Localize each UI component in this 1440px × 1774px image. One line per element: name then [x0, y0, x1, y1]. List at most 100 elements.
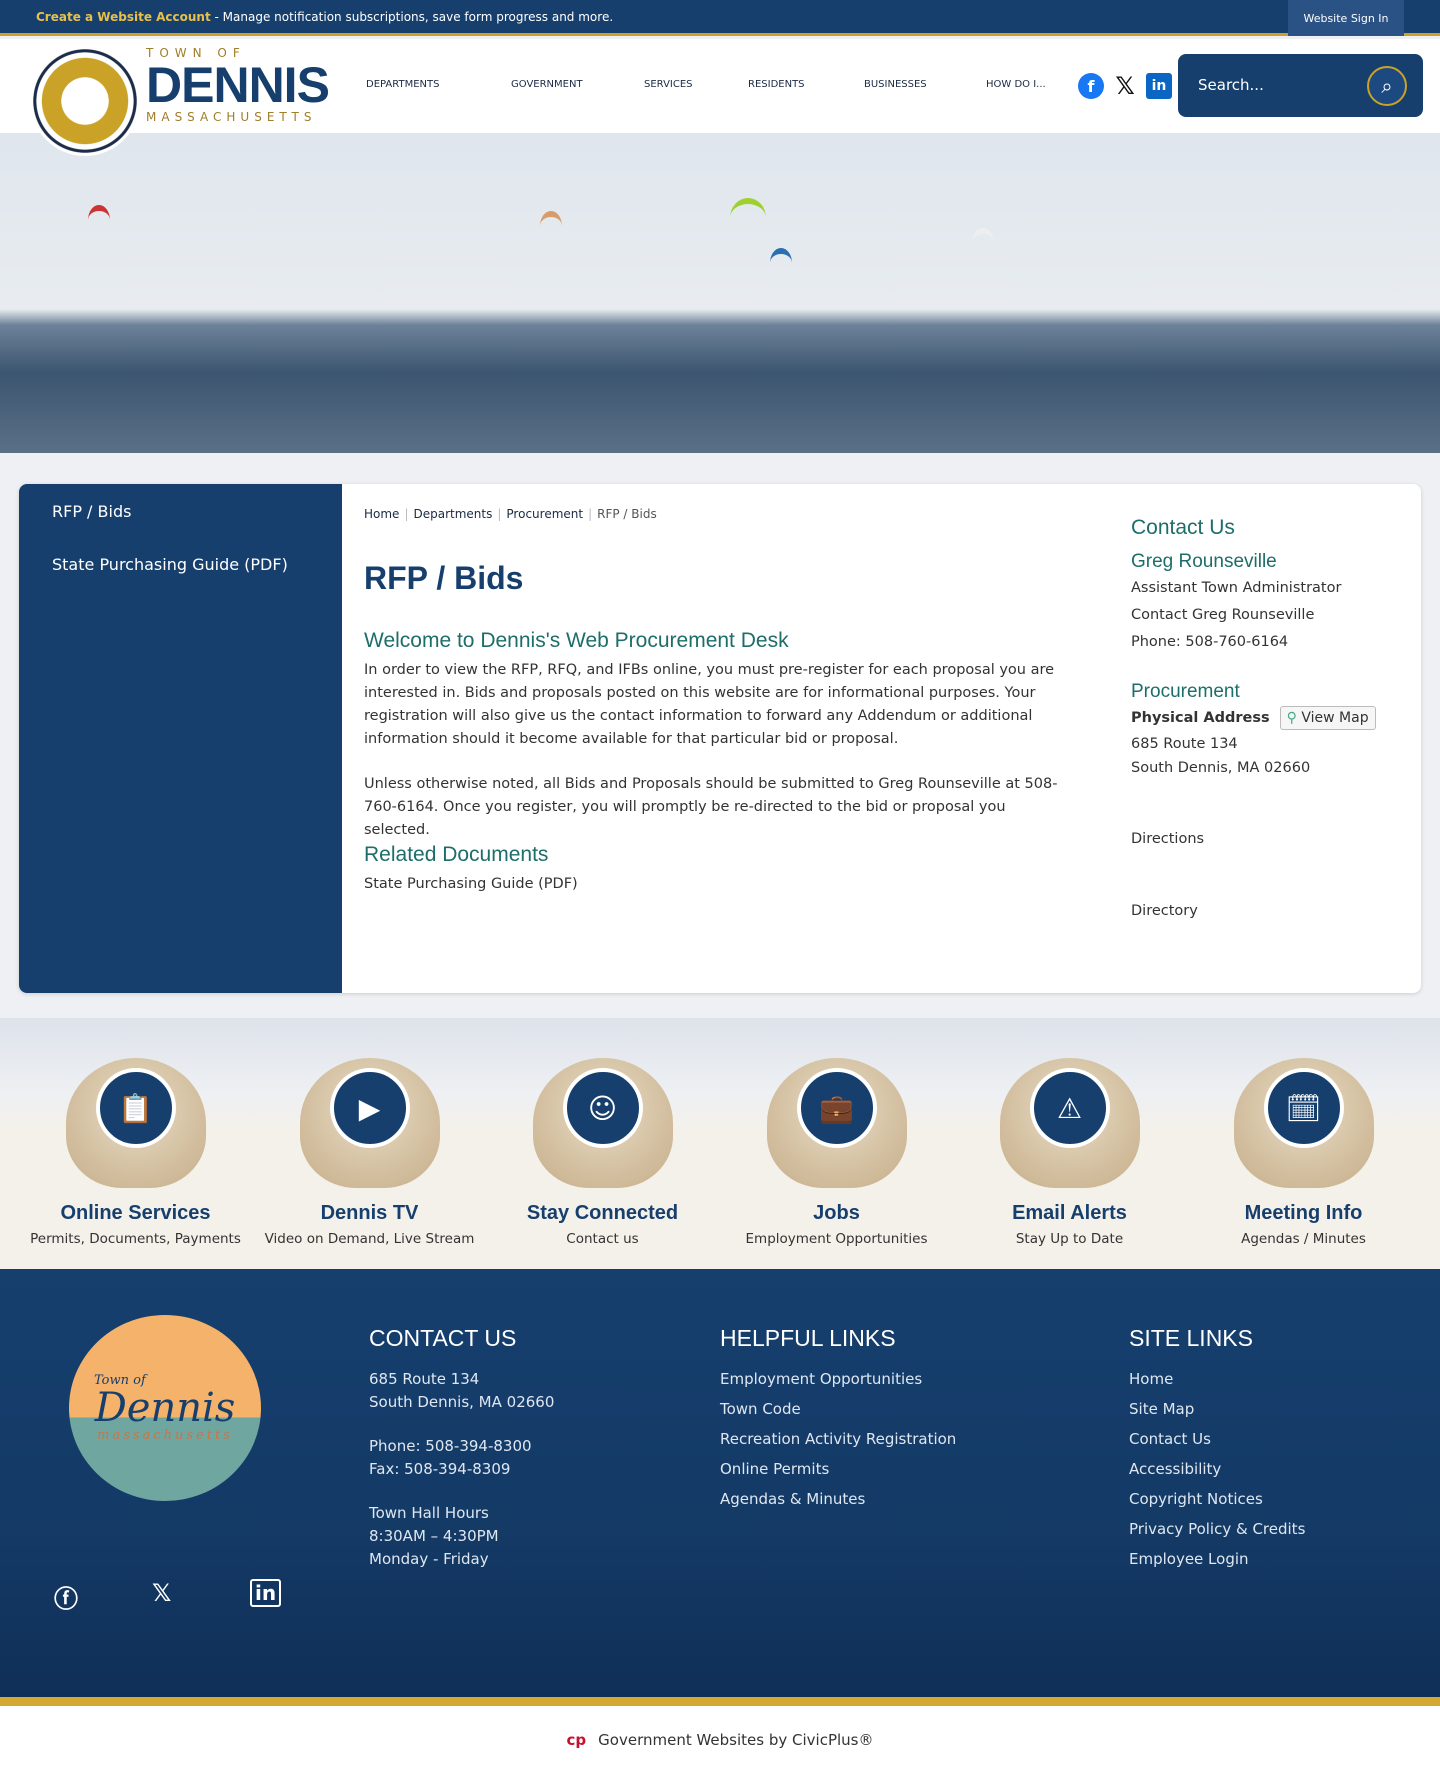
- nav-businesses[interactable]: BUSINESSES: [864, 79, 927, 90]
- nav-residents[interactable]: RESIDENTS: [748, 79, 805, 90]
- nav-services[interactable]: SERVICES: [644, 79, 693, 90]
- quick-link-title: Email Alerts: [1012, 1202, 1127, 1224]
- footer-days: Monday - Friday: [369, 1550, 489, 1568]
- quick-link-subtitle: Video on Demand, Live Stream: [264, 1231, 475, 1247]
- search-input[interactable]: Search...: [1198, 76, 1264, 94]
- phone-chat-icon: ☺: [562, 1068, 643, 1148]
- contact-name: Greg Rounseville: [1131, 551, 1277, 572]
- contact-heading: Contact Us: [1131, 516, 1235, 539]
- view-map-button[interactable]: ⚲ View Map: [1279, 706, 1376, 730]
- footer-hours: 8:30AM – 4:30PM: [369, 1527, 499, 1545]
- contact-role: Assistant Town Administrator: [1131, 580, 1342, 596]
- footer-logo[interactable]: Town of Dennis massachusetts: [69, 1315, 261, 1501]
- search-icon[interactable]: ⌕: [1367, 66, 1407, 106]
- civicplus-credit[interactable]: cp Government Websites by CivicPlus®: [0, 1706, 1440, 1774]
- account-message: Create a Website Account - Manage notifi…: [36, 10, 613, 24]
- kite-image: [770, 248, 792, 278]
- footer-link-town-code[interactable]: Town Code: [720, 1398, 956, 1421]
- civicplus-text: Government Websites by CivicPlus®: [598, 1731, 874, 1749]
- quick-link-stay-connected[interactable]: ☺ Stay Connected Contact us: [486, 1058, 719, 1247]
- site-logo[interactable]: TOWN OF DENNIS MASSACHUSETTS: [146, 46, 330, 124]
- department-heading: Procurement: [1131, 681, 1240, 702]
- header: TOWN OF DENNIS MASSACHUSETTS DEPARTMENTS…: [0, 39, 1440, 156]
- x-twitter-icon[interactable]: 𝕏: [1112, 72, 1138, 100]
- footer-x-twitter-icon[interactable]: 𝕏: [152, 1579, 171, 1607]
- quick-link-subtitle: Employment Opportunities: [745, 1231, 928, 1247]
- quick-link-meeting-info[interactable]: 🗓 Meeting Info Agendas / Minutes: [1187, 1058, 1420, 1247]
- kite-image: [540, 211, 562, 241]
- linkedin-icon[interactable]: in: [1146, 73, 1172, 99]
- footer-logo-name: Dennis: [94, 1385, 236, 1431]
- contact-panel: Contact Us Greg Rounseville Assistant To…: [1131, 514, 1401, 925]
- footer-divider: [0, 1697, 1440, 1706]
- footer-link-privacy[interactable]: Privacy Policy & Credits: [1129, 1518, 1305, 1541]
- footer-link-contact-us[interactable]: Contact Us: [1129, 1428, 1305, 1451]
- kite-image: [730, 198, 766, 238]
- footer-facebook-icon[interactable]: ⓕ: [54, 1579, 78, 1614]
- quick-link-jobs[interactable]: 💼 Jobs Employment Opportunities: [720, 1058, 953, 1247]
- intro-paragraph: In order to view the RFP, RFQ, and IFBs …: [364, 662, 1055, 747]
- briefcase-search-icon: 💼: [796, 1068, 877, 1148]
- map-pin-icon: ⚲: [1286, 710, 1297, 726]
- quick-link-subtitle: Agendas / Minutes: [1241, 1231, 1366, 1247]
- quick-link-dennis-tv[interactable]: ▶ Dennis TV Video on Demand, Live Stream: [253, 1058, 486, 1247]
- footer-link-copyright[interactable]: Copyright Notices: [1129, 1488, 1305, 1511]
- footer-site-links: SITE LINKS Home Site Map Contact Us Acce…: [1129, 1327, 1305, 1578]
- footer: Town of Dennis massachusetts ⓕ 𝕏 in CONT…: [0, 1269, 1440, 1697]
- site-links-heading: SITE LINKS: [1129, 1325, 1253, 1351]
- website-sign-in-button[interactable]: Website Sign In: [1288, 0, 1404, 36]
- sidebar-nav: RFP / Bids State Purchasing Guide (PDF): [19, 484, 342, 993]
- page-title: RFP / Bids: [364, 560, 524, 596]
- sidebar-item-rfp-bids[interactable]: RFP / Bids: [52, 502, 131, 521]
- footer-phone: Phone: 508-394-8300: [369, 1437, 532, 1455]
- kite-image: [88, 205, 110, 235]
- footer-link-site-map[interactable]: Site Map: [1129, 1398, 1305, 1421]
- related-documents-heading: Related Documents: [364, 843, 549, 866]
- footer-hours-label: Town Hall Hours: [369, 1504, 489, 1522]
- nav-government[interactable]: GOVERNMENT: [511, 79, 583, 90]
- footer-link-agendas[interactable]: Agendas & Minutes: [720, 1488, 956, 1511]
- contact-link[interactable]: Contact Greg Rounseville: [1131, 607, 1314, 623]
- footer-link-employee-login[interactable]: Employee Login: [1129, 1548, 1305, 1571]
- search-box[interactable]: Search... ⌕: [1178, 54, 1423, 117]
- quick-link-online-services[interactable]: 📋 Online Services Permits, Documents, Paym…: [19, 1058, 252, 1247]
- state-purchasing-guide-link[interactable]: State Purchasing Guide (PDF): [364, 873, 578, 896]
- quick-link-subtitle: Contact us: [566, 1231, 639, 1247]
- calendar-clock-icon: 🗓: [1263, 1068, 1344, 1148]
- footer-linkedin-icon[interactable]: in: [250, 1579, 282, 1607]
- helpful-links-heading: HELPFUL LINKS: [720, 1325, 896, 1351]
- sidebar-item-state-purchasing-guide[interactable]: State Purchasing Guide (PDF): [52, 555, 288, 574]
- social-links: f 𝕏 in: [1078, 72, 1172, 100]
- footer-link-online-permits[interactable]: Online Permits: [720, 1458, 956, 1481]
- quick-links-section: 📋 Online Services Permits, Documents, Paym…: [0, 1018, 1440, 1269]
- breadcrumb: Home | Departments | Procurement | RFP / Bids: [364, 507, 657, 521]
- breadcrumb-procurement[interactable]: Procurement: [506, 507, 583, 521]
- breadcrumb-current: RFP / Bids: [597, 507, 657, 521]
- breadcrumb-departments[interactable]: Departments: [413, 507, 492, 521]
- directions-link[interactable]: Directions: [1131, 831, 1204, 847]
- footer-link-recreation[interactable]: Recreation Activity Registration: [720, 1428, 956, 1451]
- create-account-link[interactable]: Create a Website Account: [36, 10, 211, 24]
- phone-label: Phone:: [1131, 634, 1186, 650]
- shell-graphic: ⚠: [999, 1058, 1140, 1188]
- logo-name: DENNIS: [146, 57, 330, 113]
- footer-link-home[interactable]: Home: [1129, 1368, 1305, 1391]
- breadcrumb-home[interactable]: Home: [364, 507, 399, 521]
- shell-graphic: 💼: [766, 1058, 907, 1188]
- directory-link[interactable]: Directory: [1131, 903, 1198, 919]
- quick-link-email-alerts[interactable]: ⚠ Email Alerts Stay Up to Date: [953, 1058, 1186, 1247]
- quick-link-subtitle: Stay Up to Date: [1015, 1231, 1124, 1247]
- facebook-icon[interactable]: f: [1078, 73, 1104, 99]
- nav-how-do-i[interactable]: HOW DO I...: [986, 79, 1046, 90]
- footer-link-employment[interactable]: Employment Opportunities: [720, 1368, 956, 1391]
- nav-departments[interactable]: DEPARTMENTS: [366, 79, 439, 90]
- town-seal-logo[interactable]: [30, 46, 140, 156]
- footer-address-2: South Dennis, MA 02660: [369, 1393, 555, 1411]
- welcome-heading: Welcome to Dennis's Web Procurement Desk: [364, 629, 789, 652]
- quick-link-title: Jobs: [813, 1202, 860, 1224]
- shell-graphic: ▶: [299, 1058, 440, 1188]
- alert-icon: ⚠: [1029, 1068, 1110, 1148]
- view-map-label: View Map: [1301, 710, 1369, 726]
- contact-phone-link[interactable]: 508-760-6164: [1185, 634, 1288, 650]
- footer-link-accessibility[interactable]: Accessibility: [1129, 1458, 1305, 1481]
